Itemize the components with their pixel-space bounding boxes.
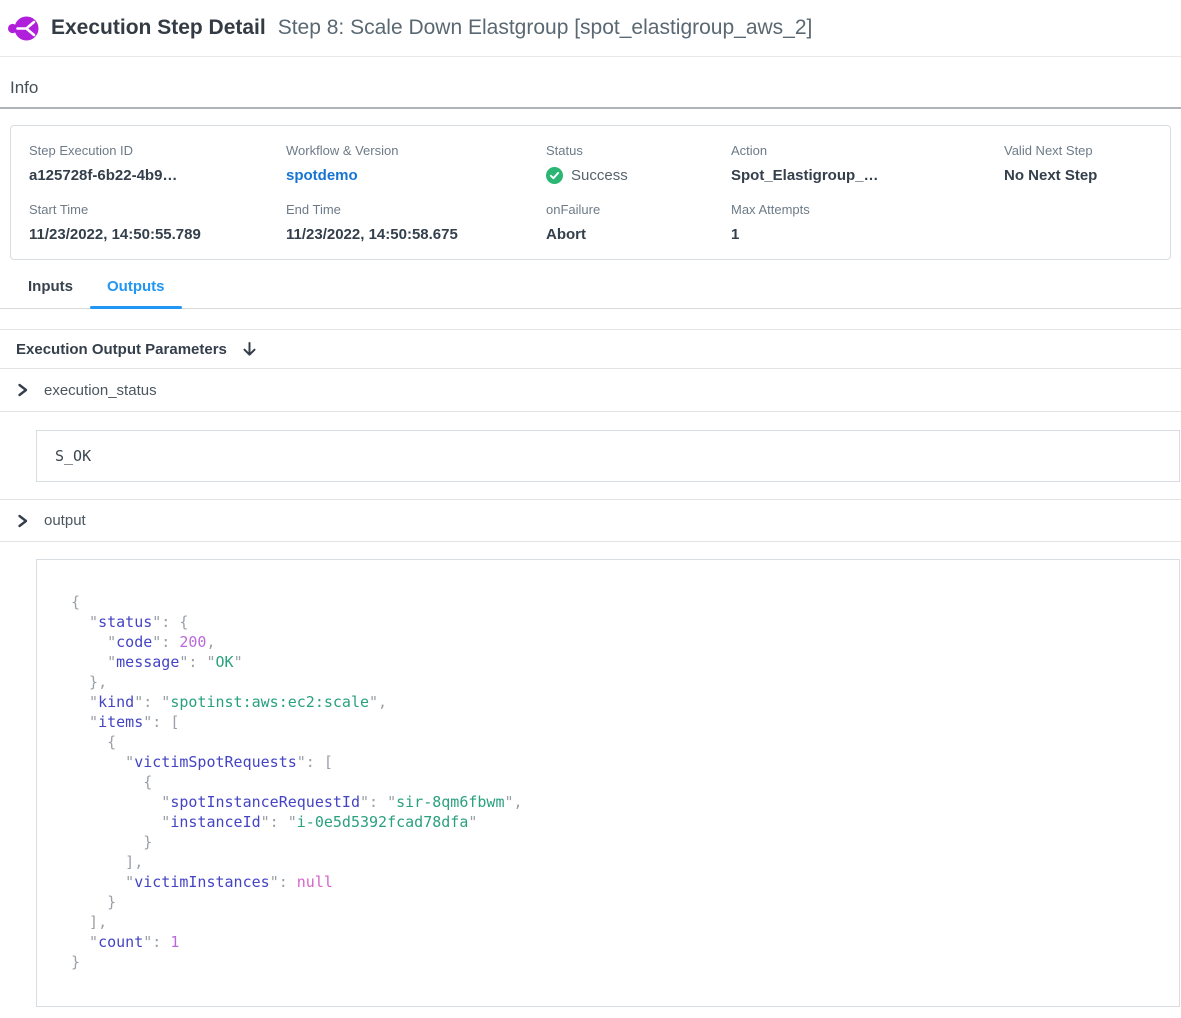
io-tabs: Inputs Outputs: [0, 278, 1181, 309]
param-row-execution-status[interactable]: execution_status: [0, 369, 1181, 412]
field-value: a125728f-6b22-4b9…: [29, 167, 286, 184]
field-value: 11/23/2022, 14:50:55.789: [29, 226, 286, 243]
workflow-link[interactable]: spotdemo: [286, 167, 358, 184]
info-section-label: Info: [10, 78, 1181, 98]
output-parameters-header: Execution Output Parameters: [0, 329, 1181, 369]
field-value: No Next Step: [1004, 167, 1152, 184]
info-divider: [0, 107, 1181, 109]
param-row-output[interactable]: output: [0, 499, 1181, 542]
field-status: Status Success: [546, 143, 731, 185]
tab-outputs[interactable]: Outputs: [90, 278, 182, 308]
page-subtitle: Step 8: Scale Down Elastgroup [spot_elas…: [278, 16, 813, 40]
execution-status-value-box: S_OK: [36, 430, 1180, 482]
check-circle-icon: [546, 167, 563, 184]
field-value: Spot_Elastigroup_…: [731, 167, 1004, 184]
field-start-time: Start Time 11/23/2022, 14:50:55.789: [29, 202, 286, 243]
output-parameters-title: Execution Output Parameters: [16, 341, 227, 358]
download-arrow-icon[interactable]: [241, 341, 258, 358]
info-card: Step Execution ID a125728f-6b22-4b9… Wor…: [10, 125, 1171, 260]
status-text: Success: [571, 167, 628, 184]
execution-status-value: S_OK: [55, 447, 91, 465]
field-label: Action: [731, 143, 1004, 158]
output-json-box: { "status": { "code": 200, "message": "O…: [36, 559, 1180, 1007]
field-label: Status: [546, 143, 731, 158]
field-end-time: End Time 11/23/2022, 14:50:58.675: [286, 202, 546, 243]
field-label: onFailure: [546, 202, 731, 217]
field-value: Abort: [546, 226, 731, 243]
field-workflow-version: Workflow & Version spotdemo: [286, 143, 546, 185]
field-label: End Time: [286, 202, 546, 217]
page-header: Execution Step Detail Step 8: Scale Down…: [0, 0, 1181, 57]
spot-logo-icon: [8, 13, 39, 44]
field-empty: [1004, 202, 1152, 243]
field-label: Workflow & Version: [286, 143, 546, 158]
field-step-execution-id: Step Execution ID a125728f-6b22-4b9…: [29, 143, 286, 185]
field-action: Action Spot_Elastigroup_…: [731, 143, 1004, 185]
param-name: execution_status: [44, 382, 157, 399]
field-onfailure: onFailure Abort: [546, 202, 731, 243]
tab-inputs[interactable]: Inputs: [11, 278, 90, 308]
field-label: Valid Next Step: [1004, 143, 1152, 158]
json-code: { "status": { "code": 200, "message": "O…: [71, 592, 1159, 972]
param-name: output: [44, 512, 86, 529]
chevron-right-icon[interactable]: [16, 514, 29, 528]
status-badge: Success: [546, 167, 731, 184]
field-valid-next-step: Valid Next Step No Next Step: [1004, 143, 1152, 185]
field-label: Start Time: [29, 202, 286, 217]
chevron-right-icon[interactable]: [16, 383, 29, 397]
page-title: Execution Step Detail: [51, 16, 266, 40]
field-value: 1: [731, 226, 1004, 243]
field-label: Step Execution ID: [29, 143, 286, 158]
field-max-attempts: Max Attempts 1: [731, 202, 1004, 243]
field-value: 11/23/2022, 14:50:58.675: [286, 226, 546, 243]
field-label: Max Attempts: [731, 202, 1004, 217]
